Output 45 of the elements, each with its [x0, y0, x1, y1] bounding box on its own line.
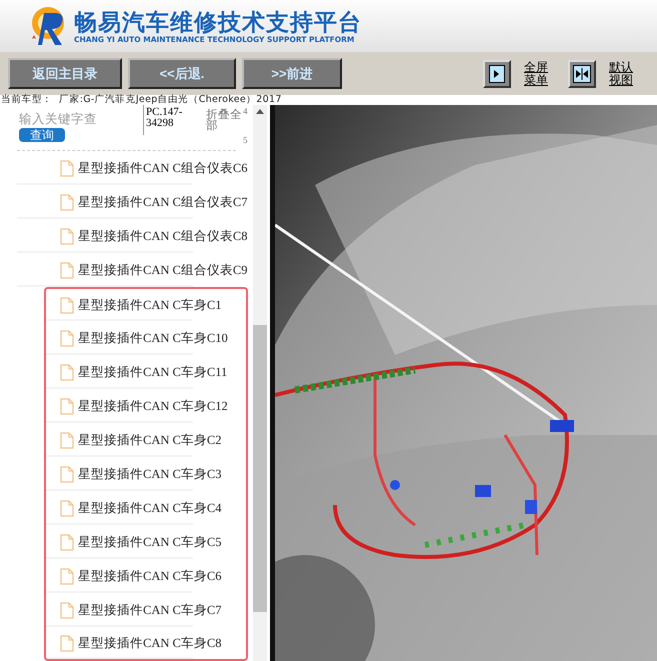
edge-mark: 4	[243, 106, 248, 116]
document-icon	[60, 466, 74, 482]
scrollbar-thumb[interactable]	[253, 325, 267, 612]
nav-button[interactable]: >>前进	[242, 58, 342, 89]
tree-item[interactable]: 星型接插件CAN C车身C12	[44, 389, 248, 423]
document-icon	[60, 262, 74, 278]
view-link[interactable]: 全屏菜单	[524, 60, 550, 86]
expand-view-button[interactable]	[483, 60, 511, 88]
document-icon	[60, 296, 74, 314]
platform-title: 畅易汽车维修技术支持平台	[74, 8, 362, 34]
search-field[interactable]: 输入关键字查	[19, 110, 127, 128]
document-icon	[60, 398, 74, 414]
tree-item[interactable]: 星型接插件CAN C车身C3	[44, 457, 248, 491]
tree-item[interactable]: 星型接插件CAN C车身C10	[44, 321, 248, 355]
document-icon	[60, 602, 74, 618]
document-icon	[60, 364, 74, 380]
scrollbar[interactable]	[253, 105, 267, 661]
tree-item[interactable]: 星型接插件CAN C车身C7	[44, 593, 248, 627]
default-view-button[interactable]	[568, 60, 596, 88]
tree-item[interactable]: 星型接插件CAN C车身C6	[44, 559, 248, 593]
arrows-inward-icon	[573, 64, 591, 82]
scroll-up-icon[interactable]	[256, 109, 264, 114]
tree-item[interactable]: 星型接插件CAN C车身C1	[44, 287, 248, 321]
document-icon	[60, 228, 74, 244]
tree-item[interactable]: 星型接插件CAN C车身C11	[44, 355, 248, 389]
edge-mark: 5	[243, 135, 248, 145]
nav-button[interactable]: 返回主目录	[8, 58, 122, 89]
tree-item[interactable]: 星型接插件CAN C车身C4	[44, 491, 248, 525]
document-icon	[60, 160, 74, 176]
tree-item[interactable]: 星型接插件CAN C车身C2	[44, 423, 248, 457]
tree-item[interactable]: 星型接插件CAN C车身C8	[44, 627, 248, 661]
document-icon	[60, 634, 74, 652]
search-button[interactable]: 查询	[19, 128, 65, 142]
document-icon	[60, 330, 74, 346]
document-icon	[60, 568, 74, 584]
vehicle-info: 当前车型： 厂家:G-广汽菲克Jeep自由光（Cherokee）2017	[1, 95, 282, 105]
tree-item[interactable]: 星型接插件CAN C车身C5	[44, 525, 248, 559]
document-icon	[60, 194, 74, 210]
part-code: PC.147-34298	[143, 105, 204, 135]
nav-button[interactable]: <<后退.	[128, 58, 236, 89]
view-link[interactable]: 默认视图	[609, 60, 635, 86]
collapse-all-link[interactable]: 折叠全部	[206, 105, 244, 150]
document-icon	[60, 432, 74, 448]
document-icon	[60, 534, 74, 550]
document-icon	[60, 500, 74, 516]
